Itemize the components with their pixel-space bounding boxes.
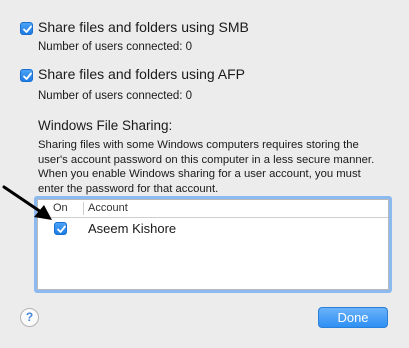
- afp-checkbox[interactable]: [20, 69, 33, 82]
- table-header: On Account: [38, 200, 388, 218]
- table-row[interactable]: Aseem Kishore: [38, 218, 388, 238]
- smb-label[interactable]: Share files and folders using SMB: [38, 19, 249, 35]
- checkmark-icon: [57, 225, 66, 233]
- afp-label[interactable]: Share files and folders using AFP: [38, 66, 245, 82]
- column-header-account[interactable]: Account: [88, 202, 128, 214]
- afp-status: Number of users connected: 0: [38, 90, 193, 102]
- column-divider: [83, 202, 84, 215]
- windows-sharing-description: Sharing files with some Windows computer…: [38, 139, 375, 195]
- smb-checkbox[interactable]: [20, 22, 33, 35]
- accounts-table[interactable]: On Account Aseem Kishore: [37, 199, 389, 290]
- account-name: Aseem Kishore: [88, 221, 177, 236]
- windows-sharing-title: Windows File Sharing:: [38, 118, 173, 133]
- checkmark-icon: [23, 25, 32, 33]
- help-button[interactable]: ?: [20, 308, 39, 327]
- annotation-arrow-icon: [2, 185, 52, 220]
- done-button[interactable]: Done: [318, 307, 388, 328]
- smb-status: Number of users connected: 0: [38, 41, 193, 53]
- checkmark-icon: [23, 72, 32, 80]
